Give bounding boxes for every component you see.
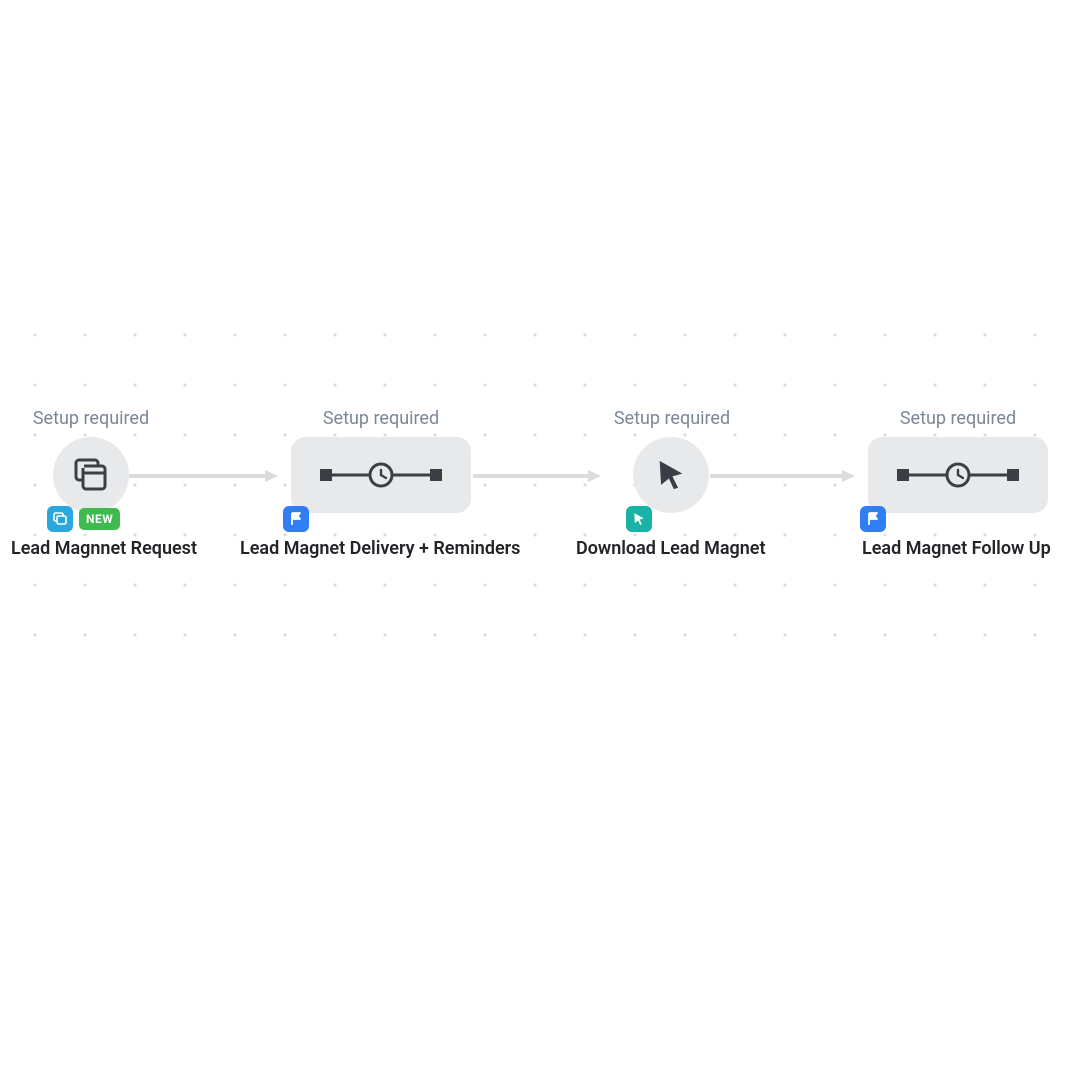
node-download-lead-magnet[interactable] — [633, 437, 709, 513]
new-badge: NEW — [79, 508, 120, 530]
bg-mask — [0, 640, 1080, 1080]
flow-canvas[interactable]: Setup required NEW Lead Magnnet Request … — [0, 0, 1080, 1080]
setup-hint: Setup required — [900, 408, 1016, 429]
connector-arrow — [710, 470, 855, 482]
node-title: Lead Magnet Delivery + Reminders — [240, 538, 520, 559]
setup-hint: Setup required — [33, 408, 149, 429]
node-badges — [626, 506, 652, 532]
connector-arrow — [473, 470, 601, 482]
flag-badge-icon — [283, 506, 309, 532]
setup-hint: Setup required — [614, 408, 730, 429]
node-badges: NEW — [47, 506, 120, 532]
bg-mask — [0, 0, 6, 1080]
node-title: Download Lead Magnet — [576, 538, 766, 559]
node-badges — [860, 506, 886, 532]
form-badge-icon — [47, 506, 73, 532]
timeline-icon — [316, 460, 446, 490]
node-title: Lead Magnet Follow Up — [862, 538, 1051, 559]
node-badges — [283, 506, 309, 532]
cursor-badge-icon — [626, 506, 652, 532]
bg-mask — [1074, 0, 1080, 1080]
timeline-icon — [893, 460, 1023, 490]
node-title: Lead Magnnet Request — [11, 538, 197, 559]
flag-badge-icon — [860, 506, 886, 532]
node-lead-magnet-request[interactable] — [53, 437, 129, 513]
cursor-icon — [654, 458, 688, 492]
setup-hint: Setup required — [323, 408, 439, 429]
node-follow-up[interactable] — [868, 437, 1048, 513]
bg-mask — [0, 0, 1080, 326]
stacked-windows-icon — [72, 456, 110, 494]
connector-arrow — [128, 470, 278, 482]
node-delivery-reminders[interactable] — [291, 437, 471, 513]
